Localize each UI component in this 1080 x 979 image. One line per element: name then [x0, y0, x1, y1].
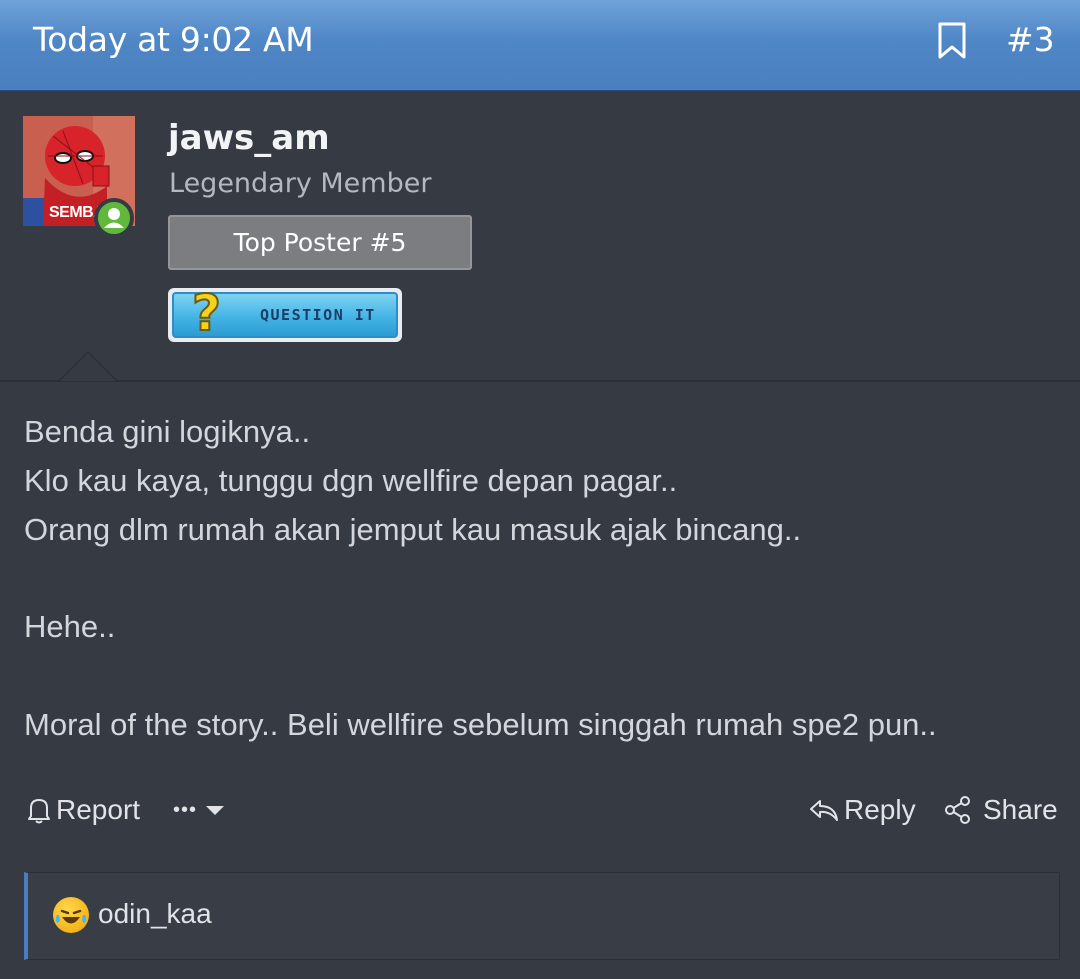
user-arrow-fill: [60, 353, 116, 381]
divider: [0, 380, 1080, 382]
question-mark-icon: ?: [191, 283, 222, 343]
share-label: Share: [983, 794, 1058, 825]
online-status-icon: [94, 198, 134, 238]
user-banner: Top Poster #5: [168, 215, 472, 270]
report-label: Report: [56, 794, 141, 825]
reactions-bar[interactable]: odin_kaa: [24, 872, 1060, 960]
badge-body: ? QUESTION IT: [172, 283, 398, 343]
reply-button[interactable]: Reply: [808, 785, 916, 835]
reply-icon: [810, 800, 838, 821]
question-it-badge: ? QUESTION IT: [168, 283, 402, 343]
message-line: Moral of the story.. Beli wellfire sebel…: [24, 706, 937, 742]
username-link[interactable]: jaws_am: [168, 118, 330, 158]
share-button[interactable]: Share: [943, 785, 1058, 835]
post-number-link[interactable]: #3: [1006, 20, 1055, 59]
post-header: Today at 9:02 AM #3: [0, 0, 1080, 91]
more-dots-icon: •••: [173, 798, 198, 821]
message-line: Orang dlm rumah akan jemput kau masuk aj…: [24, 511, 802, 547]
user-title: Legendary Member: [169, 168, 432, 199]
badge-label: QUESTION IT: [260, 306, 376, 324]
post-actions: Report ••• Reply Share: [0, 785, 1080, 835]
report-button[interactable]: Report: [26, 785, 140, 835]
message-line-blank: [24, 652, 1064, 701]
reply-label: Reply: [844, 794, 916, 825]
message-line: Hehe..: [24, 609, 116, 645]
message-line: Klo kau kaya, tunggu dgn wellfire depan …: [24, 462, 678, 498]
share-icon: [945, 796, 970, 824]
bookmark-icon[interactable]: [937, 22, 967, 60]
post-date[interactable]: Today at 9:02 AM: [33, 20, 314, 59]
reaction-users-link[interactable]: odin_kaa: [98, 898, 212, 930]
message-body: Benda gini logiknya.. Klo kau kaya, tung…: [24, 408, 1064, 750]
message-line-blank: [24, 554, 1064, 603]
bell-icon: [28, 799, 50, 824]
user-banner-label: Top Poster #5: [233, 228, 407, 257]
message-line: Benda gini logiknya..: [24, 414, 311, 449]
more-options-button[interactable]: •••: [173, 785, 229, 835]
laughing-tears-emoji-icon: [53, 897, 89, 933]
user-info: [0, 91, 1080, 380]
caret-down-icon: [206, 806, 225, 815]
